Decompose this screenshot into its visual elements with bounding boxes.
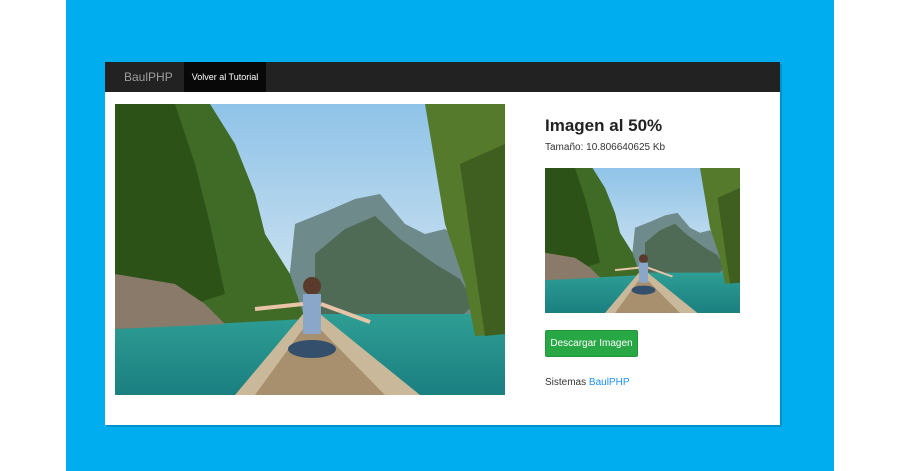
navbar-brand[interactable]: BaulPHP	[105, 62, 184, 92]
boat-lagoon-photo-icon	[115, 104, 505, 395]
back-to-tutorial-link[interactable]: Volver al Tutorial	[183, 62, 267, 92]
file-size-label: Tamaño:	[545, 142, 584, 153]
download-image-button[interactable]: Descargar Imagen	[545, 330, 638, 357]
file-size-value: 10.806640625 Kb	[586, 142, 666, 153]
footer-baulphp-link[interactable]: BaulPHP	[589, 377, 630, 388]
file-size-text: Tamaño: 10.806640625 Kb	[545, 142, 665, 153]
boat-lagoon-thumbnail-icon	[545, 168, 740, 313]
page-title: Imagen al 50%	[545, 116, 663, 135]
footer-prefix: Sistemas	[545, 377, 587, 388]
original-image	[115, 104, 505, 395]
footer-credit: Sistemas BaulPHP	[545, 377, 629, 388]
navbar: BaulPHP Volver al Tutorial	[105, 62, 780, 92]
browser-window: BaulPHP Volver al Tutorial Imagen al 50%…	[105, 62, 780, 425]
resized-image	[545, 168, 740, 313]
